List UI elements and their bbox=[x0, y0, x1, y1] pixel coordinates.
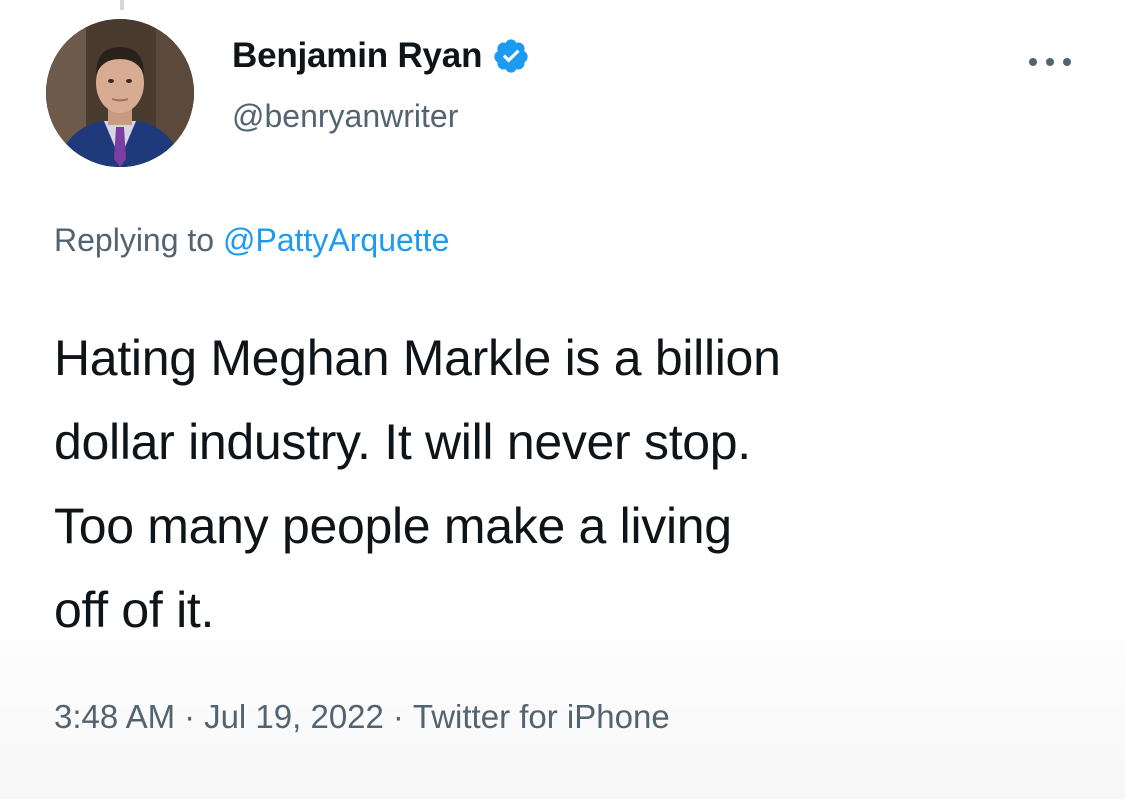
tweet-date[interactable]: Jul 19, 2022 bbox=[204, 698, 384, 735]
thread-connector-line bbox=[120, 0, 124, 10]
verified-badge-icon bbox=[494, 39, 528, 73]
tweet-metadata: 3:48 AM · Jul 19, 2022 · Twitter for iPhone bbox=[54, 698, 670, 736]
replying-to-line: Replying to @PattyArquette bbox=[54, 222, 449, 259]
tweet-card: Benjamin Ryan @benryanwriter Replying to… bbox=[0, 0, 1125, 799]
profile-photo-icon bbox=[46, 19, 194, 167]
tweet-text-line: Too many people make a living bbox=[54, 498, 732, 554]
meta-separator: · bbox=[392, 698, 404, 735]
author-handle[interactable]: @benryanwriter bbox=[232, 98, 458, 135]
meta-separator: · bbox=[184, 698, 196, 735]
more-options-icon bbox=[1029, 58, 1071, 66]
display-name[interactable]: Benjamin Ryan bbox=[232, 36, 482, 76]
tweet-text-line: off of it. bbox=[54, 582, 215, 638]
tweet-text-line: Hating Meghan Markle is a billion bbox=[54, 330, 781, 386]
tweet-time[interactable]: 3:48 AM bbox=[54, 698, 175, 735]
tweet-source[interactable]: Twitter for iPhone bbox=[413, 698, 670, 735]
author-name-row[interactable]: Benjamin Ryan bbox=[232, 36, 530, 76]
tweet-text: Hating Meghan Markle is a billion dollar… bbox=[54, 316, 1094, 652]
reply-target-link[interactable]: @PattyArquette bbox=[223, 222, 449, 258]
replying-to-label: Replying to bbox=[54, 222, 215, 258]
tweet-text-line: dollar industry. It will never stop. bbox=[54, 414, 751, 470]
more-options-button[interactable] bbox=[1022, 42, 1078, 82]
avatar[interactable] bbox=[46, 19, 194, 167]
